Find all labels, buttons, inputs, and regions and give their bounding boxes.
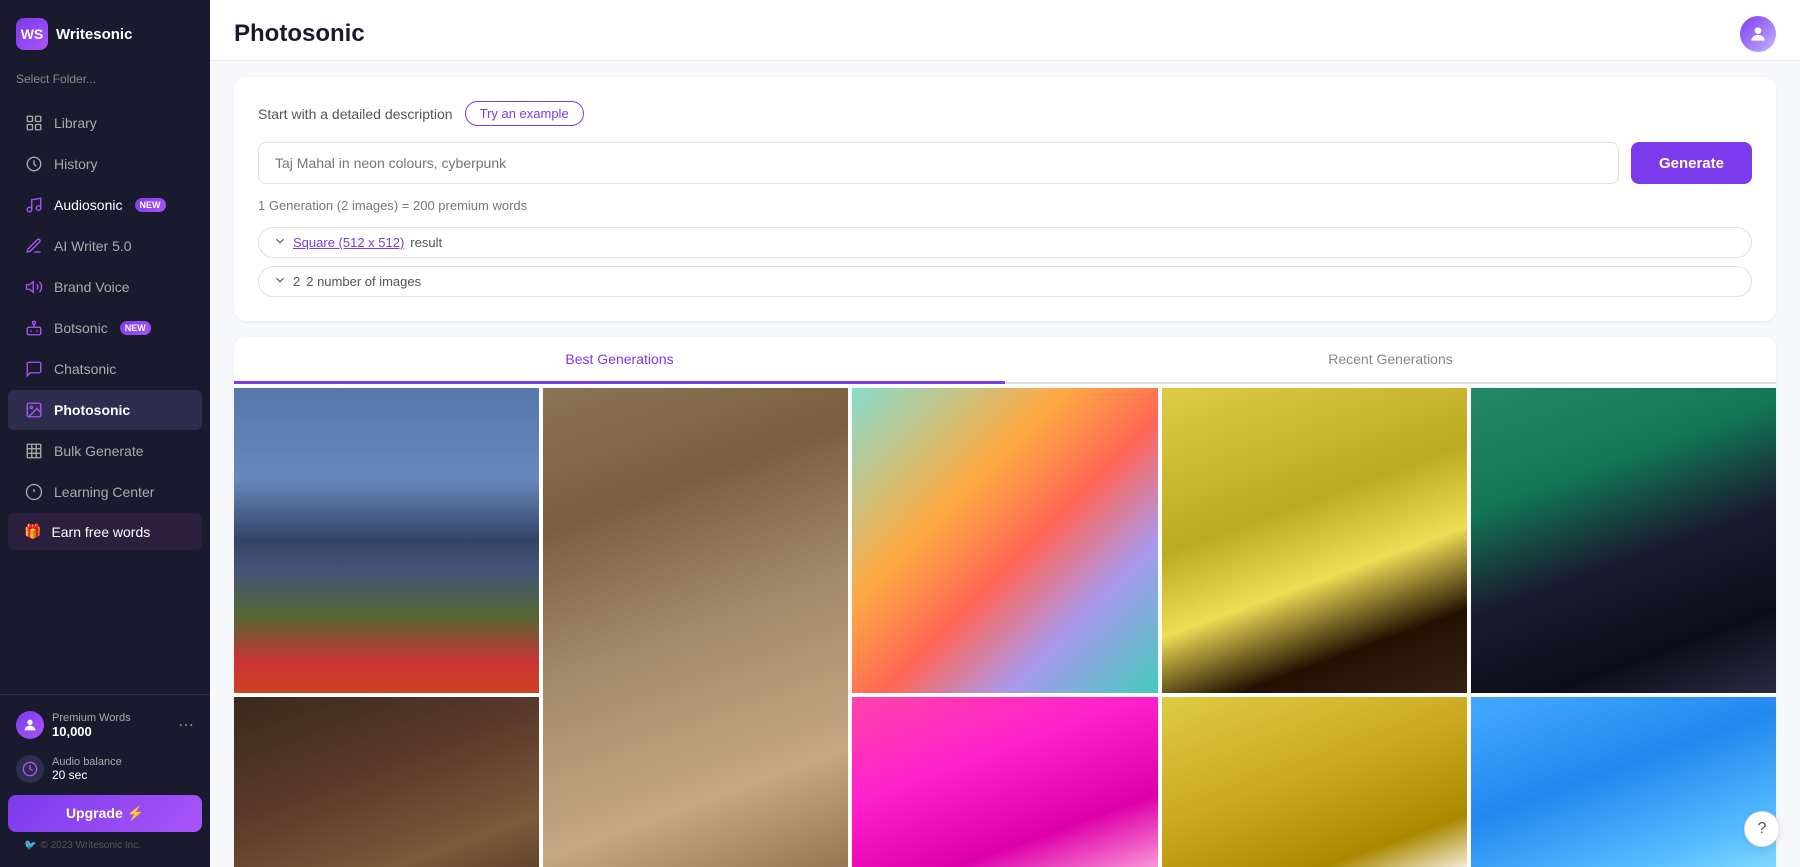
gallery-item[interactable]: [1471, 697, 1776, 867]
library-label: Library: [54, 115, 97, 131]
tabs-gallery-wrapper: Best Generations Recent Generations: [234, 337, 1776, 867]
ai-writer-icon: [24, 236, 44, 256]
chatsonic-icon: [24, 359, 44, 379]
sidebar-nav: Library History Audiosonic new AI Writer…: [0, 98, 210, 694]
learning-center-icon: [24, 482, 44, 502]
tab-recent-generations[interactable]: Recent Generations: [1005, 337, 1776, 384]
photosonic-icon: [24, 400, 44, 420]
sidebar-item-audiosonic[interactable]: Audiosonic new: [8, 185, 202, 225]
page-title: Photosonic: [234, 20, 365, 48]
size-option-dropdown[interactable]: Square (512 x 512) result: [258, 227, 1752, 258]
library-icon: [24, 113, 44, 133]
earn-free-words-label: Earn free words: [51, 524, 150, 540]
sidebar-item-chatsonic[interactable]: Chatsonic: [8, 349, 202, 389]
num-images-value: 2: [293, 274, 300, 289]
logo-icon: WS: [16, 18, 48, 50]
gallery-item[interactable]: [1162, 697, 1467, 867]
history-label: History: [54, 156, 98, 172]
user-avatar[interactable]: [1740, 16, 1776, 52]
audio-value: 20 sec: [52, 768, 194, 782]
tab-best-generations[interactable]: Best Generations: [234, 337, 1005, 384]
premium-info: Premium Words 10,000: [52, 712, 170, 739]
generation-info: 1 Generation (2 images) = 200 premium wo…: [258, 198, 1752, 213]
sidebar-logo[interactable]: WS Writesonic: [0, 0, 210, 68]
sidebar: WS Writesonic Select Folder... Library H…: [0, 0, 210, 867]
sidebar-item-learning-center[interactable]: Learning Center: [8, 472, 202, 512]
sidebar-item-brand-voice[interactable]: Brand Voice: [8, 267, 202, 307]
num-images-label: 2 number of images: [306, 274, 421, 289]
chevron-down-icon-2: [273, 273, 287, 290]
sidebar-bottom: Premium Words 10,000 ⋯ Audio balance 20 …: [0, 694, 210, 867]
gallery-item[interactable]: [1471, 388, 1776, 693]
copyright: 🐦 © 2023 Writesonic Inc.: [8, 832, 202, 859]
gallery-item[interactable]: [234, 388, 539, 693]
audio-avatar: [16, 755, 44, 783]
generate-card: Start with a detailed description Try an…: [234, 77, 1776, 321]
image-gallery: [234, 384, 1776, 867]
premium-label: Premium Words: [52, 712, 170, 724]
options-row: Square (512 x 512) result 2 2 number of …: [258, 227, 1752, 297]
gallery-item[interactable]: [1162, 388, 1467, 693]
sidebar-item-library[interactable]: Library: [8, 103, 202, 143]
description-label: Start with a detailed description: [258, 106, 453, 122]
premium-words-section: Premium Words 10,000 ⋯: [8, 703, 202, 747]
gallery-item[interactable]: [234, 697, 539, 867]
main-header: Photosonic: [210, 0, 1800, 61]
sidebar-item-botsonic[interactable]: Botsonic new: [8, 308, 202, 348]
premium-value: 10,000: [52, 724, 170, 739]
premium-more-icon[interactable]: ⋯: [178, 715, 194, 735]
audio-section: Audio balance 20 sec: [8, 751, 202, 791]
chevron-down-icon: [273, 234, 287, 251]
photosonic-label: Photosonic: [54, 402, 130, 418]
botsonic-icon: [24, 318, 44, 338]
gallery-item[interactable]: [852, 697, 1157, 867]
bulk-generate-label: Bulk Generate: [54, 443, 144, 459]
audiosonic-badge: new: [135, 198, 166, 212]
sidebar-item-history[interactable]: History: [8, 144, 202, 184]
upgrade-button[interactable]: Upgrade ⚡: [8, 795, 202, 832]
prompt-row: Generate: [258, 142, 1752, 184]
size-option-label: Square (512 x 512): [293, 235, 404, 250]
try-example-button[interactable]: Try an example: [465, 101, 584, 126]
content-area: Start with a detailed description Try an…: [210, 61, 1800, 867]
select-folder[interactable]: Select Folder...: [0, 68, 210, 98]
help-button[interactable]: ?: [1744, 811, 1780, 847]
botsonic-label: Botsonic: [54, 320, 108, 336]
main-content: Photosonic Start with a detailed descrip…: [210, 0, 1800, 867]
sidebar-item-ai-writer[interactable]: AI Writer 5.0: [8, 226, 202, 266]
sidebar-item-photosonic[interactable]: Photosonic: [8, 390, 202, 430]
gallery-item[interactable]: [852, 388, 1157, 693]
brand-voice-label: Brand Voice: [54, 279, 130, 295]
sidebar-item-bulk-generate[interactable]: Bulk Generate: [8, 431, 202, 471]
app-name: Writesonic: [56, 26, 132, 43]
prompt-input[interactable]: [258, 142, 1619, 184]
audio-label: Audio balance: [52, 756, 194, 768]
bulk-generate-icon: [24, 441, 44, 461]
ai-writer-label: AI Writer 5.0: [54, 238, 132, 254]
tabs-row: Best Generations Recent Generations: [234, 337, 1776, 384]
chatsonic-label: Chatsonic: [54, 361, 116, 377]
twitter-icon[interactable]: 🐦: [24, 840, 36, 851]
generate-button[interactable]: Generate: [1631, 142, 1752, 184]
learning-center-label: Learning Center: [54, 484, 154, 500]
num-images-dropdown[interactable]: 2 2 number of images: [258, 266, 1752, 297]
history-icon: [24, 154, 44, 174]
description-row: Start with a detailed description Try an…: [258, 101, 1752, 126]
size-option-suffix: result: [410, 235, 442, 250]
gift-icon: 🎁: [24, 523, 41, 540]
botsonic-badge: new: [120, 321, 151, 335]
audiosonic-icon: [24, 195, 44, 215]
earn-free-words[interactable]: 🎁 Earn free words: [8, 513, 202, 550]
audio-info: Audio balance 20 sec: [52, 756, 194, 782]
premium-avatar: [16, 711, 44, 739]
audiosonic-label: Audiosonic: [54, 197, 123, 213]
gallery-item[interactable]: [543, 388, 848, 867]
brand-voice-icon: [24, 277, 44, 297]
